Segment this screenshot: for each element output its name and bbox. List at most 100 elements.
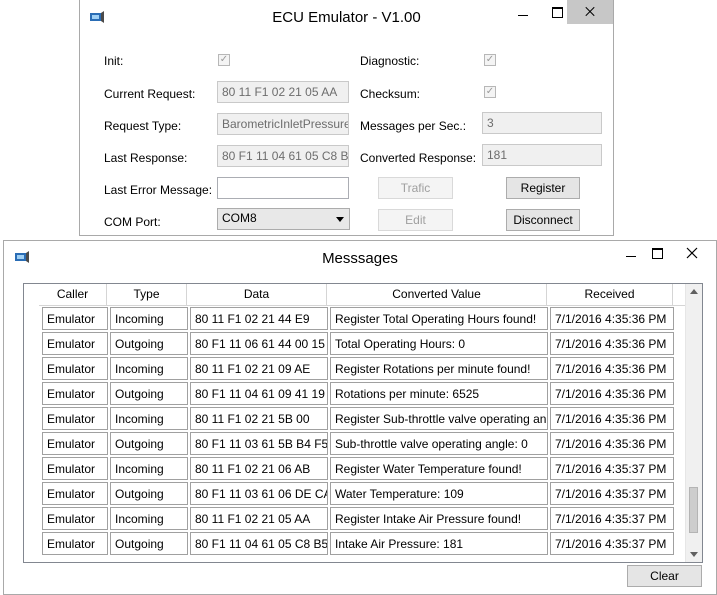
register-button[interactable]: Register <box>506 177 580 199</box>
last-response-label: Last Response: <box>104 151 188 165</box>
column-header-converted-value[interactable]: Converted Value <box>327 284 547 305</box>
close-button[interactable] <box>567 0 613 24</box>
table-row[interactable]: Emulator Outgoing 80 F1 11 04 61 05 C8 B5 … <box>39 531 687 556</box>
checksum-label: Checksum: <box>360 87 421 101</box>
cell-converted-value[interactable]: Register Sub-throttle valve operating an <box>330 407 548 430</box>
cell-received[interactable]: 7/1/2016 4:35:36 PM <box>550 382 674 405</box>
table-row[interactable]: Emulator Outgoing 80 F1 11 04 61 09 41 19 … <box>39 381 687 406</box>
cell-converted-value[interactable]: Register Rotations per minute found! <box>330 357 548 380</box>
table-row[interactable]: Emulator Incoming 80 11 F1 02 21 06 AB Regi… <box>39 456 687 481</box>
minimize-button[interactable] <box>508 0 538 24</box>
converted-response-label: Converted Response: <box>360 151 477 165</box>
cell-type[interactable]: Incoming <box>110 407 188 430</box>
diagnostic-label: Diagnostic: <box>360 54 420 68</box>
cell-converted-value[interactable]: Total Operating Hours: 0 <box>330 332 548 355</box>
last-error-label: Last Error Message: <box>104 183 213 197</box>
disconnect-button[interactable]: Disconnect <box>506 209 580 231</box>
edit-button[interactable]: Edit <box>378 209 453 231</box>
cell-data[interactable]: 80 F1 11 03 61 5B B4 F5 <box>190 432 328 455</box>
cell-type[interactable]: Outgoing <box>110 432 188 455</box>
cell-caller[interactable]: Emulator <box>42 382 108 405</box>
cell-caller[interactable]: Emulator <box>42 307 108 330</box>
cell-type[interactable]: Outgoing <box>110 382 188 405</box>
scroll-up-icon[interactable] <box>690 289 698 294</box>
clear-button[interactable]: Clear <box>627 565 702 587</box>
table-row[interactable]: Emulator Incoming 80 11 F1 02 21 05 AA Regi… <box>39 506 687 531</box>
cell-converted-value[interactable]: Water Temperature: 109 <box>330 482 548 505</box>
cell-caller[interactable]: Emulator <box>42 332 108 355</box>
cell-data[interactable]: 80 11 F1 02 21 06 AB <box>190 457 328 480</box>
vertical-scrollbar[interactable] <box>685 284 702 562</box>
init-checkbox[interactable]: ✓ <box>218 54 230 66</box>
cell-caller[interactable]: Emulator <box>42 532 108 555</box>
cell-caller[interactable]: Emulator <box>42 407 108 430</box>
init-label: Init: <box>104 54 124 68</box>
table-row[interactable]: Emulator Outgoing 80 F1 11 06 61 44 00 15 … <box>39 331 687 356</box>
cell-received[interactable]: 7/1/2016 4:35:37 PM <box>550 507 674 530</box>
scroll-thumb[interactable] <box>689 486 698 533</box>
cell-type[interactable]: Outgoing <box>110 532 188 555</box>
last-error-field[interactable] <box>217 177 349 199</box>
com-port-value: COM8 <box>222 211 257 225</box>
close-button[interactable] <box>677 241 707 265</box>
cell-converted-value[interactable]: Sub-throttle valve operating angle: 0 <box>330 432 548 455</box>
cell-type[interactable]: Incoming <box>110 307 188 330</box>
cell-received[interactable]: 7/1/2016 4:35:36 PM <box>550 357 674 380</box>
chevron-down-icon <box>336 217 344 222</box>
cell-converted-value[interactable]: Register Water Temperature found! <box>330 457 548 480</box>
cell-type[interactable]: Outgoing <box>110 332 188 355</box>
cell-received[interactable]: 7/1/2016 4:35:36 PM <box>550 307 674 330</box>
cell-data[interactable]: 80 11 F1 02 21 5B 00 <box>190 407 328 430</box>
cell-type[interactable]: Incoming <box>110 457 188 480</box>
table-row[interactable]: Emulator Incoming 80 11 F1 02 21 5B 00 Regi… <box>39 406 687 431</box>
current-request-field: 80 11 F1 02 21 05 AA <box>217 81 349 103</box>
trafic-button[interactable]: Trafic <box>378 177 453 199</box>
table-row[interactable]: Emulator Incoming 80 11 F1 02 21 09 AE Regi… <box>39 356 687 381</box>
cell-converted-value[interactable]: Intake Air Pressure: 181 <box>330 532 548 555</box>
cell-received[interactable]: 7/1/2016 4:35:36 PM <box>550 432 674 455</box>
cell-data[interactable]: 80 F1 11 04 61 09 41 19 4 <box>190 382 328 405</box>
messages-per-sec-label: Messages per Sec.: <box>360 119 467 133</box>
cell-data[interactable]: 80 F1 11 04 61 05 C8 B5 0 <box>190 532 328 555</box>
ecu-form: Init: Current Request: Request Type: Las… <box>80 36 613 235</box>
table-row[interactable]: Emulator Outgoing 80 F1 11 03 61 5B B4 F5 S… <box>39 431 687 456</box>
column-header-data[interactable]: Data <box>187 284 327 305</box>
cell-data[interactable]: 80 F1 11 03 61 06 DE CA <box>190 482 328 505</box>
column-header-received[interactable]: Received <box>547 284 673 305</box>
cell-type[interactable]: Incoming <box>110 507 188 530</box>
table-row[interactable]: Emulator Incoming 80 11 F1 02 21 44 E9 Regi… <box>39 306 687 331</box>
cell-converted-value[interactable]: Register Total Operating Hours found! <box>330 307 548 330</box>
cell-caller[interactable]: Emulator <box>42 507 108 530</box>
cell-received[interactable]: 7/1/2016 4:35:37 PM <box>550 457 674 480</box>
column-header-type[interactable]: Type <box>107 284 187 305</box>
cell-data[interactable]: 80 11 F1 02 21 44 E9 <box>190 307 328 330</box>
close-icon <box>686 247 698 259</box>
column-header-caller[interactable]: Caller <box>39 284 107 305</box>
cell-caller[interactable]: Emulator <box>42 357 108 380</box>
cell-converted-value[interactable]: Rotations per minute: 6525 <box>330 382 548 405</box>
cell-caller[interactable]: Emulator <box>42 482 108 505</box>
cell-received[interactable]: 7/1/2016 4:35:36 PM <box>550 407 674 430</box>
cell-received[interactable]: 7/1/2016 4:35:37 PM <box>550 532 674 555</box>
diagnostic-checkbox[interactable]: ✓ <box>484 54 496 66</box>
maximize-button[interactable] <box>642 241 672 265</box>
scroll-down-icon[interactable] <box>690 552 698 557</box>
cell-type[interactable]: Outgoing <box>110 482 188 505</box>
cell-caller[interactable]: Emulator <box>42 457 108 480</box>
last-response-field: 80 F1 11 04 61 05 C8 B5 <box>217 145 349 167</box>
cell-received[interactable]: 7/1/2016 4:35:37 PM <box>550 482 674 505</box>
cell-type[interactable]: Incoming <box>110 357 188 380</box>
cell-caller[interactable]: Emulator <box>42 432 108 455</box>
cell-converted-value[interactable]: Register Intake Air Pressure found! <box>330 507 548 530</box>
messages-window: Messsages Caller Type Data Converted Val… <box>3 240 717 595</box>
cell-data[interactable]: 80 11 F1 02 21 09 AE <box>190 357 328 380</box>
table-row[interactable]: Emulator Outgoing 80 F1 11 03 61 06 DE CA W… <box>39 481 687 506</box>
cell-data[interactable]: 80 F1 11 06 61 44 00 15 9 <box>190 332 328 355</box>
messages-per-sec-field: 3 <box>482 112 602 134</box>
checksum-checkbox[interactable]: ✓ <box>484 86 496 98</box>
grid-header: Caller Type Data Converted Value Receive… <box>39 284 687 306</box>
cell-received[interactable]: 7/1/2016 4:35:36 PM <box>550 332 674 355</box>
messages-grid[interactable]: Caller Type Data Converted Value Receive… <box>23 283 703 563</box>
cell-data[interactable]: 80 11 F1 02 21 05 AA <box>190 507 328 530</box>
com-port-select[interactable]: COM8 <box>217 208 350 230</box>
